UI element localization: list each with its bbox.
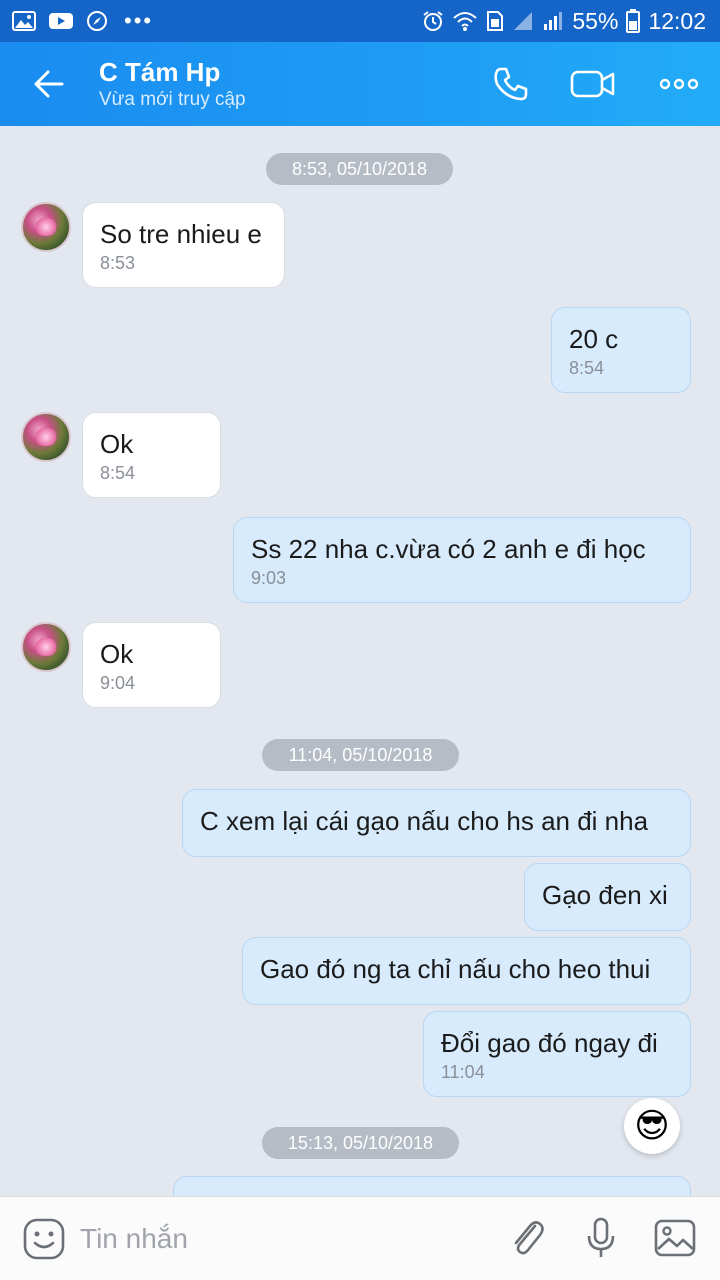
message-time: 8:53 bbox=[100, 253, 136, 273]
message-bubble-outgoing[interactable]: Đổi gao đó ngay đi 11:04 bbox=[423, 1011, 691, 1097]
message-text: Ok bbox=[100, 639, 134, 669]
message-text: Gao đó ng ta chỉ nấu cho heo thui bbox=[260, 954, 651, 984]
date-separator: 8:53, 05/10/2018 bbox=[266, 153, 453, 185]
contact-avatar[interactable] bbox=[21, 622, 71, 672]
battery-percent: 55% bbox=[572, 7, 619, 34]
voice-message-button[interactable] bbox=[578, 1215, 624, 1261]
message-bubble-outgoing[interactable]: 20 c 8:54 bbox=[551, 307, 691, 393]
contact-avatar[interactable] bbox=[21, 412, 71, 462]
message-time: 11:04 bbox=[441, 1062, 485, 1082]
sticker-reaction-button[interactable]: 😎 bbox=[624, 1098, 680, 1154]
more-notifications-icon: ••• bbox=[124, 8, 154, 33]
message-bubble-incoming[interactable]: So tre nhieu e 8:53 bbox=[82, 202, 285, 288]
message-time: 9:04 bbox=[100, 673, 136, 693]
more-options-button[interactable] bbox=[656, 62, 702, 106]
wifi-icon bbox=[452, 10, 478, 32]
message-bubble-incoming[interactable]: Ok 9:04 bbox=[82, 622, 221, 708]
clock: 12:02 bbox=[648, 7, 706, 34]
signal-2-icon bbox=[542, 10, 564, 32]
video-call-button[interactable] bbox=[570, 62, 616, 106]
attach-button[interactable] bbox=[504, 1215, 550, 1261]
safari-notification-icon bbox=[86, 10, 108, 32]
message-bubble-outgoing[interactable]: Gao đó ng ta chỉ nấu cho heo thui bbox=[242, 937, 691, 1005]
contact-status: Vừa mới truy cập bbox=[99, 89, 246, 110]
message-bubble-outgoing[interactable]: Gạo đen xi bbox=[524, 863, 691, 931]
microphone-icon bbox=[587, 1217, 615, 1257]
message-bubble-outgoing[interactable]: Ss 22 nha c.vừa có 2 anh e đi học 9:03 bbox=[233, 517, 691, 603]
more-dots-icon bbox=[659, 78, 699, 90]
contact-avatar[interactable] bbox=[21, 202, 71, 252]
message-bubble-incoming[interactable]: Ok 8:54 bbox=[82, 412, 221, 498]
date-separator: 15:13, 05/10/2018 bbox=[262, 1127, 459, 1159]
message-time: 8:54 bbox=[569, 358, 605, 378]
youtube-notification-icon bbox=[48, 11, 74, 31]
emoji-button[interactable] bbox=[22, 1217, 66, 1261]
message-time: 8:54 bbox=[100, 463, 136, 483]
back-arrow-icon bbox=[34, 70, 64, 98]
contact-name[interactable]: C Tám Hp bbox=[99, 57, 220, 88]
signal-1-icon bbox=[512, 10, 534, 32]
video-camera-icon bbox=[570, 70, 615, 98]
send-image-button[interactable] bbox=[652, 1215, 698, 1261]
paperclip-icon bbox=[514, 1221, 544, 1255]
message-list[interactable]: 8:53, 05/10/2018 So tre nhieu e 8:53 20 … bbox=[0, 126, 720, 1196]
message-text: C xem lại cái gạo nấu cho hs an đi nha bbox=[200, 806, 649, 836]
message-time: 9:03 bbox=[251, 568, 287, 588]
alarm-icon bbox=[422, 10, 444, 32]
back-button[interactable] bbox=[26, 62, 70, 106]
message-text: So tre nhieu e bbox=[100, 219, 262, 249]
message-bubble-outgoing-partial[interactable] bbox=[173, 1176, 691, 1196]
status-bar: ••• 55% 12:02 bbox=[0, 0, 720, 42]
date-separator: 11:04, 05/10/2018 bbox=[262, 739, 459, 771]
battery-icon bbox=[626, 9, 641, 33]
voice-call-button[interactable] bbox=[488, 62, 534, 106]
image-icon bbox=[654, 1219, 696, 1257]
message-input[interactable] bbox=[80, 1217, 480, 1261]
message-text: Ss 22 nha c.vừa có 2 anh e đi học bbox=[251, 534, 646, 564]
sunglasses-emoji-icon: 😎 bbox=[634, 1107, 670, 1145]
emoji-smile-icon bbox=[23, 1218, 65, 1260]
message-text: Ok bbox=[100, 429, 134, 459]
phone-icon bbox=[494, 67, 528, 101]
sim-icon bbox=[486, 10, 504, 32]
message-text: Gạo đen xi bbox=[542, 880, 668, 910]
message-composer bbox=[0, 1196, 720, 1280]
message-bubble-outgoing[interactable]: C xem lại cái gạo nấu cho hs an đi nha bbox=[182, 789, 691, 857]
message-text: Đổi gao đó ngay đi bbox=[441, 1028, 658, 1058]
message-text: 20 c bbox=[569, 324, 619, 354]
chat-header: C Tám Hp Vừa mới truy cập bbox=[0, 42, 720, 126]
gallery-notification-icon bbox=[12, 11, 36, 31]
